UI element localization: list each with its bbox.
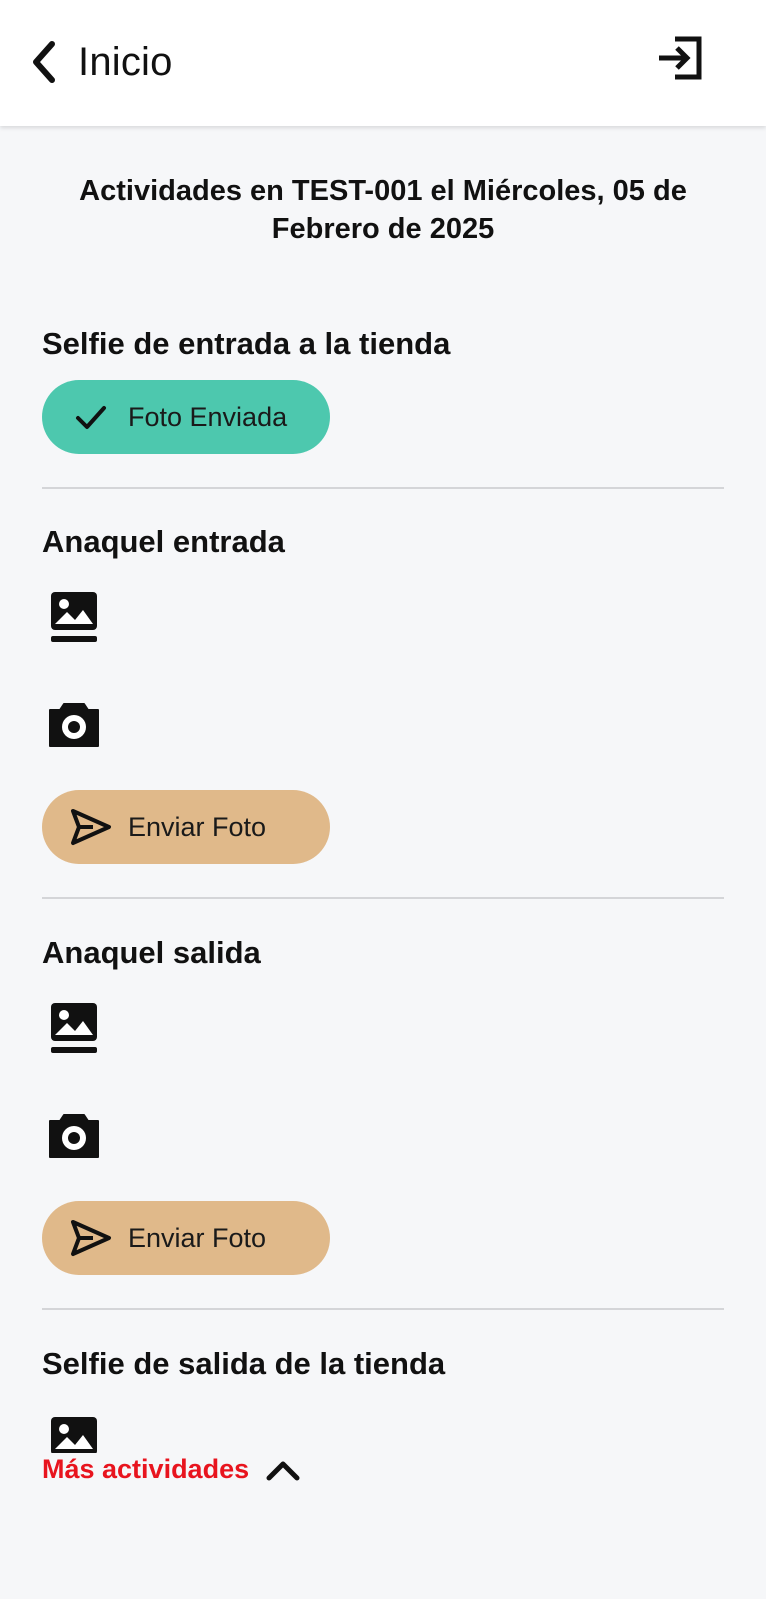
gallery-button[interactable] xyxy=(44,1405,104,1453)
login-arrow-icon xyxy=(655,31,709,90)
page-title: Inicio xyxy=(78,39,173,84)
camera-icon xyxy=(46,700,102,755)
more-activities-toggle[interactable]: Más actividades xyxy=(42,1454,301,1485)
send-icon xyxy=(68,1215,114,1261)
activities-heading: Actividades en TEST-001 el Miércoles, 05… xyxy=(79,175,687,245)
camera-button[interactable] xyxy=(44,697,104,757)
camera-button[interactable] xyxy=(44,1108,104,1168)
back-button[interactable]: Inicio xyxy=(30,30,173,94)
send-photo-label: Enviar Foto xyxy=(128,1222,267,1253)
photo-sent-button[interactable]: Foto Enviada xyxy=(42,380,330,454)
chevron-left-icon xyxy=(30,40,58,84)
gallery-icon xyxy=(47,590,101,651)
activity-title: Anaquel entrada xyxy=(42,524,285,559)
logout-button[interactable] xyxy=(652,30,712,90)
gallery-button[interactable] xyxy=(44,1001,104,1061)
photo-sent-label: Foto Enviada xyxy=(128,401,288,432)
check-icon xyxy=(68,394,114,440)
app-header: Inicio xyxy=(0,0,766,126)
send-photo-button[interactable]: Enviar Foto xyxy=(42,790,330,864)
activity-title: Anaquel salida xyxy=(42,935,261,970)
send-photo-label: Enviar Foto xyxy=(128,811,267,842)
divider xyxy=(42,1308,724,1310)
chevron-up-icon xyxy=(249,1458,301,1482)
gallery-icon xyxy=(47,1001,101,1062)
send-icon xyxy=(68,804,114,850)
more-activities-label: Más actividades xyxy=(42,1454,250,1484)
divider xyxy=(42,897,724,899)
activity-title: Selfie de entrada a la tienda xyxy=(42,326,451,361)
divider xyxy=(42,487,724,489)
gallery-icon xyxy=(47,1415,104,1453)
activity-title: Selfie de salida de la tienda xyxy=(42,1346,446,1381)
send-photo-button[interactable]: Enviar Foto xyxy=(42,1201,330,1275)
gallery-button[interactable] xyxy=(44,590,104,650)
camera-icon xyxy=(46,1111,102,1166)
